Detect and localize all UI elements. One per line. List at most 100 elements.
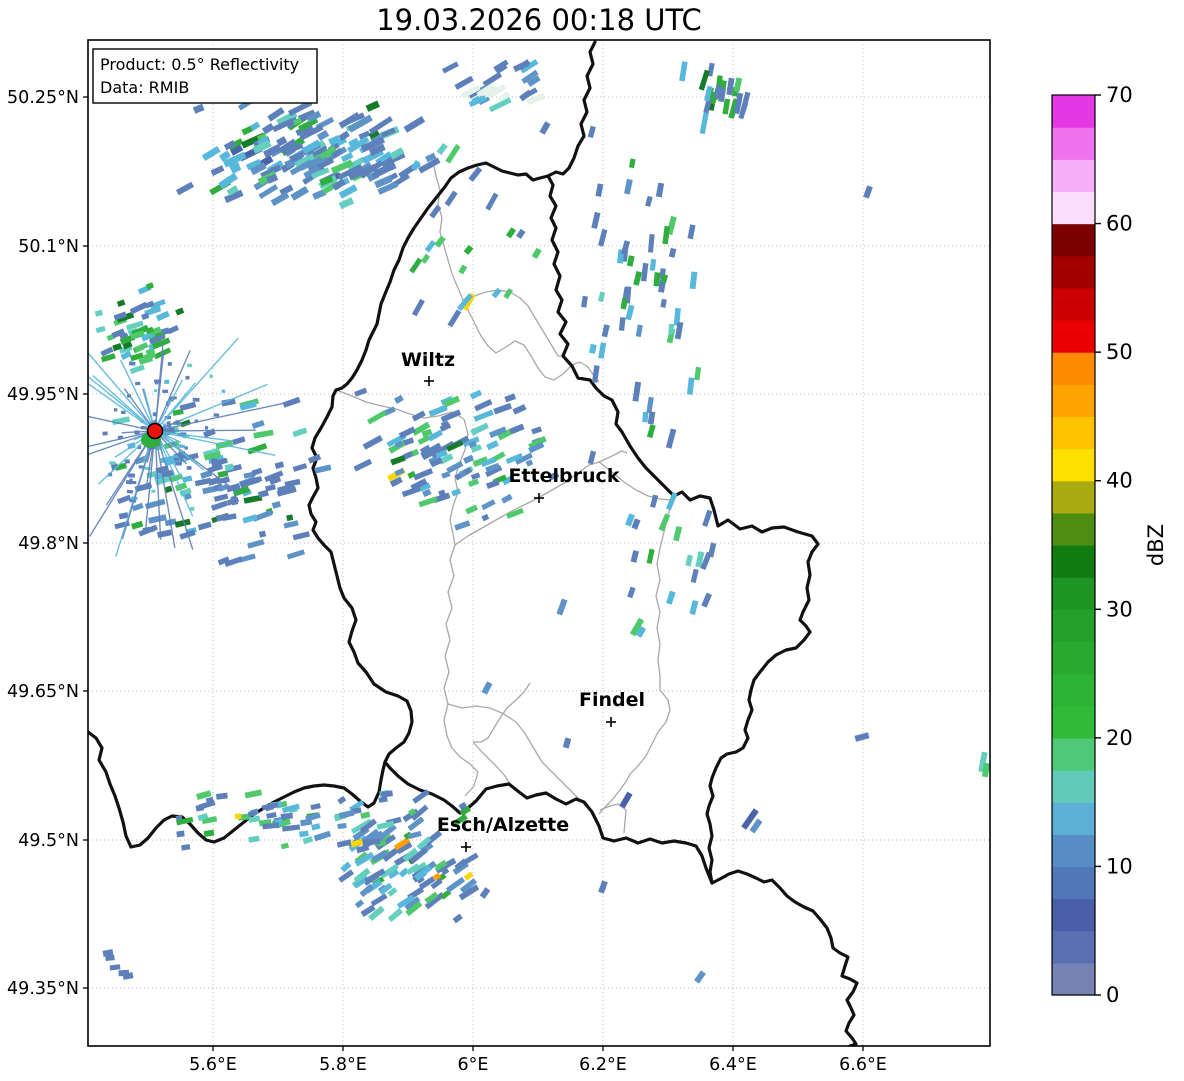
y-tick-label: 49.95°N (7, 385, 79, 405)
radar-site-dot (146, 422, 164, 440)
colorbar-segment (1052, 641, 1095, 675)
colorbar-segment (1052, 802, 1095, 835)
colorbar-segment (1052, 866, 1095, 900)
echo-pixel (177, 444, 185, 449)
colorbar-segment (1052, 384, 1095, 418)
colorbar-segment (1052, 512, 1095, 546)
colorbar-tick-label: 70 (1106, 83, 1133, 107)
colorbar-segment (1052, 770, 1095, 803)
colorbar-segment (1052, 898, 1095, 932)
map-background (88, 40, 990, 1046)
city-label: Wiltz (401, 349, 455, 371)
echo-pixel (109, 461, 116, 465)
echo-pixel (128, 361, 136, 366)
colorbar-tick-label: 20 (1106, 726, 1133, 750)
city-label: Esch/Alzette (437, 814, 569, 836)
y-tick-label: 49.35°N (7, 979, 79, 999)
echo-pixel (668, 323, 675, 336)
info-product-line: Product: 0.5° Reflectivity (100, 55, 299, 74)
colorbar-segment (1052, 962, 1095, 996)
echo-pixel (213, 413, 220, 417)
echo-pixel (120, 410, 126, 415)
colorbar-tick-label: 0 (1106, 983, 1119, 1007)
product-info-box: Product: 0.5° Reflectivity Data: RMIB (92, 48, 318, 104)
echo-pixel (209, 374, 213, 379)
colorbar-segment (1052, 159, 1095, 193)
echo-pixel (187, 363, 193, 368)
colorbar-segment (1052, 95, 1095, 128)
echo-pixel (653, 272, 661, 287)
echo-pixel (186, 466, 192, 470)
x-tick-label: 5.6°E (189, 1055, 237, 1075)
echo-pixel (286, 514, 294, 522)
echo-pixel (337, 822, 347, 830)
colorbar-axis-label: dBZ (1144, 524, 1168, 566)
colorbar-segment (1052, 705, 1095, 739)
colorbar-tick-label: 30 (1106, 597, 1133, 621)
city-label: Ettelbruck (509, 465, 620, 487)
colorbar-segment (1052, 320, 1095, 353)
echo-pixel (204, 425, 209, 430)
x-tick-label: 6°E (458, 1055, 489, 1075)
echo-pixel (642, 411, 649, 423)
echo-pixel (184, 446, 188, 450)
echo-pixel (162, 389, 169, 393)
colorbar-segment (1052, 673, 1095, 707)
echo-pixel (102, 431, 108, 436)
colorbar-segment (1052, 609, 1095, 643)
y-tick-label: 49.8°N (18, 534, 79, 554)
colorbar-segment (1052, 223, 1095, 257)
colorbar-tick-label: 60 (1106, 212, 1133, 236)
x-tick-label: 5.8°E (319, 1055, 367, 1075)
x-tick-label: 6.6°E (839, 1055, 887, 1075)
colorbar-segment (1052, 480, 1095, 514)
echo-pixel (113, 408, 118, 412)
colorbar-segment (1052, 416, 1095, 450)
colorbar-segment (1052, 577, 1095, 610)
colorbar-segment (1052, 737, 1095, 771)
echo-pixel (210, 458, 218, 463)
echo-pixel (185, 375, 190, 380)
colorbar-segment (1052, 448, 1095, 482)
echo-pixel (192, 397, 200, 402)
x-tick-label: 6.4°E (709, 1055, 757, 1075)
colorbar-segment (1052, 255, 1095, 289)
map-area: Wiltz Ettelbruck Findel Esch/Alzette 5.6°E 5.… (7, 39, 991, 1075)
echo-pixel (221, 389, 226, 393)
y-tick-label: 50.25°N (7, 88, 79, 108)
y-tick-label: 49.5°N (18, 831, 79, 851)
echo-pixel (167, 361, 172, 366)
echo-pixel (173, 457, 180, 461)
echo-pixel (155, 380, 159, 385)
y-tick-label: 49.65°N (7, 682, 79, 702)
page-title: 19.03.2026 00:18 UTC (376, 3, 702, 37)
echo-pixel (128, 473, 136, 478)
colorbar-segment (1052, 545, 1095, 578)
info-data-line: Data: RMIB (100, 78, 189, 97)
clutter-spoke (160, 429, 257, 432)
colorbar-segment (1052, 834, 1095, 868)
echo-pixel (164, 379, 170, 384)
colorbar-segment (1052, 127, 1095, 160)
colorbar-segment (1052, 352, 1095, 385)
echo-pixel (175, 461, 182, 466)
echo-pixel (126, 489, 134, 494)
echo-pixel (234, 813, 242, 820)
echo-pixel (151, 489, 156, 493)
city-label: Findel (579, 689, 645, 711)
x-tick-label: 6.2°E (579, 1055, 627, 1075)
colorbar-segment (1052, 191, 1095, 225)
echo-pixel (154, 388, 158, 393)
y-tick-label: 50.1°N (18, 237, 79, 257)
echo-pixel (135, 381, 141, 386)
echo-pixel (176, 830, 185, 838)
colorbar-segment (1052, 287, 1095, 321)
colorbar-tick-label: 50 (1106, 340, 1133, 364)
echo-pixel (195, 804, 205, 812)
colorbar-tick-label: 40 (1106, 469, 1133, 493)
echo-pixel (124, 459, 130, 464)
colorbar-tick-label: 10 (1106, 854, 1133, 878)
colorbar: 0 10 20 30 40 50 60 70 (1051, 83, 1133, 1007)
radar-figure: 19.03.2026 00:18 UTC Wiltz Ettelbruck Find… (7, 3, 1168, 1075)
colorbar-segment (1052, 930, 1095, 964)
